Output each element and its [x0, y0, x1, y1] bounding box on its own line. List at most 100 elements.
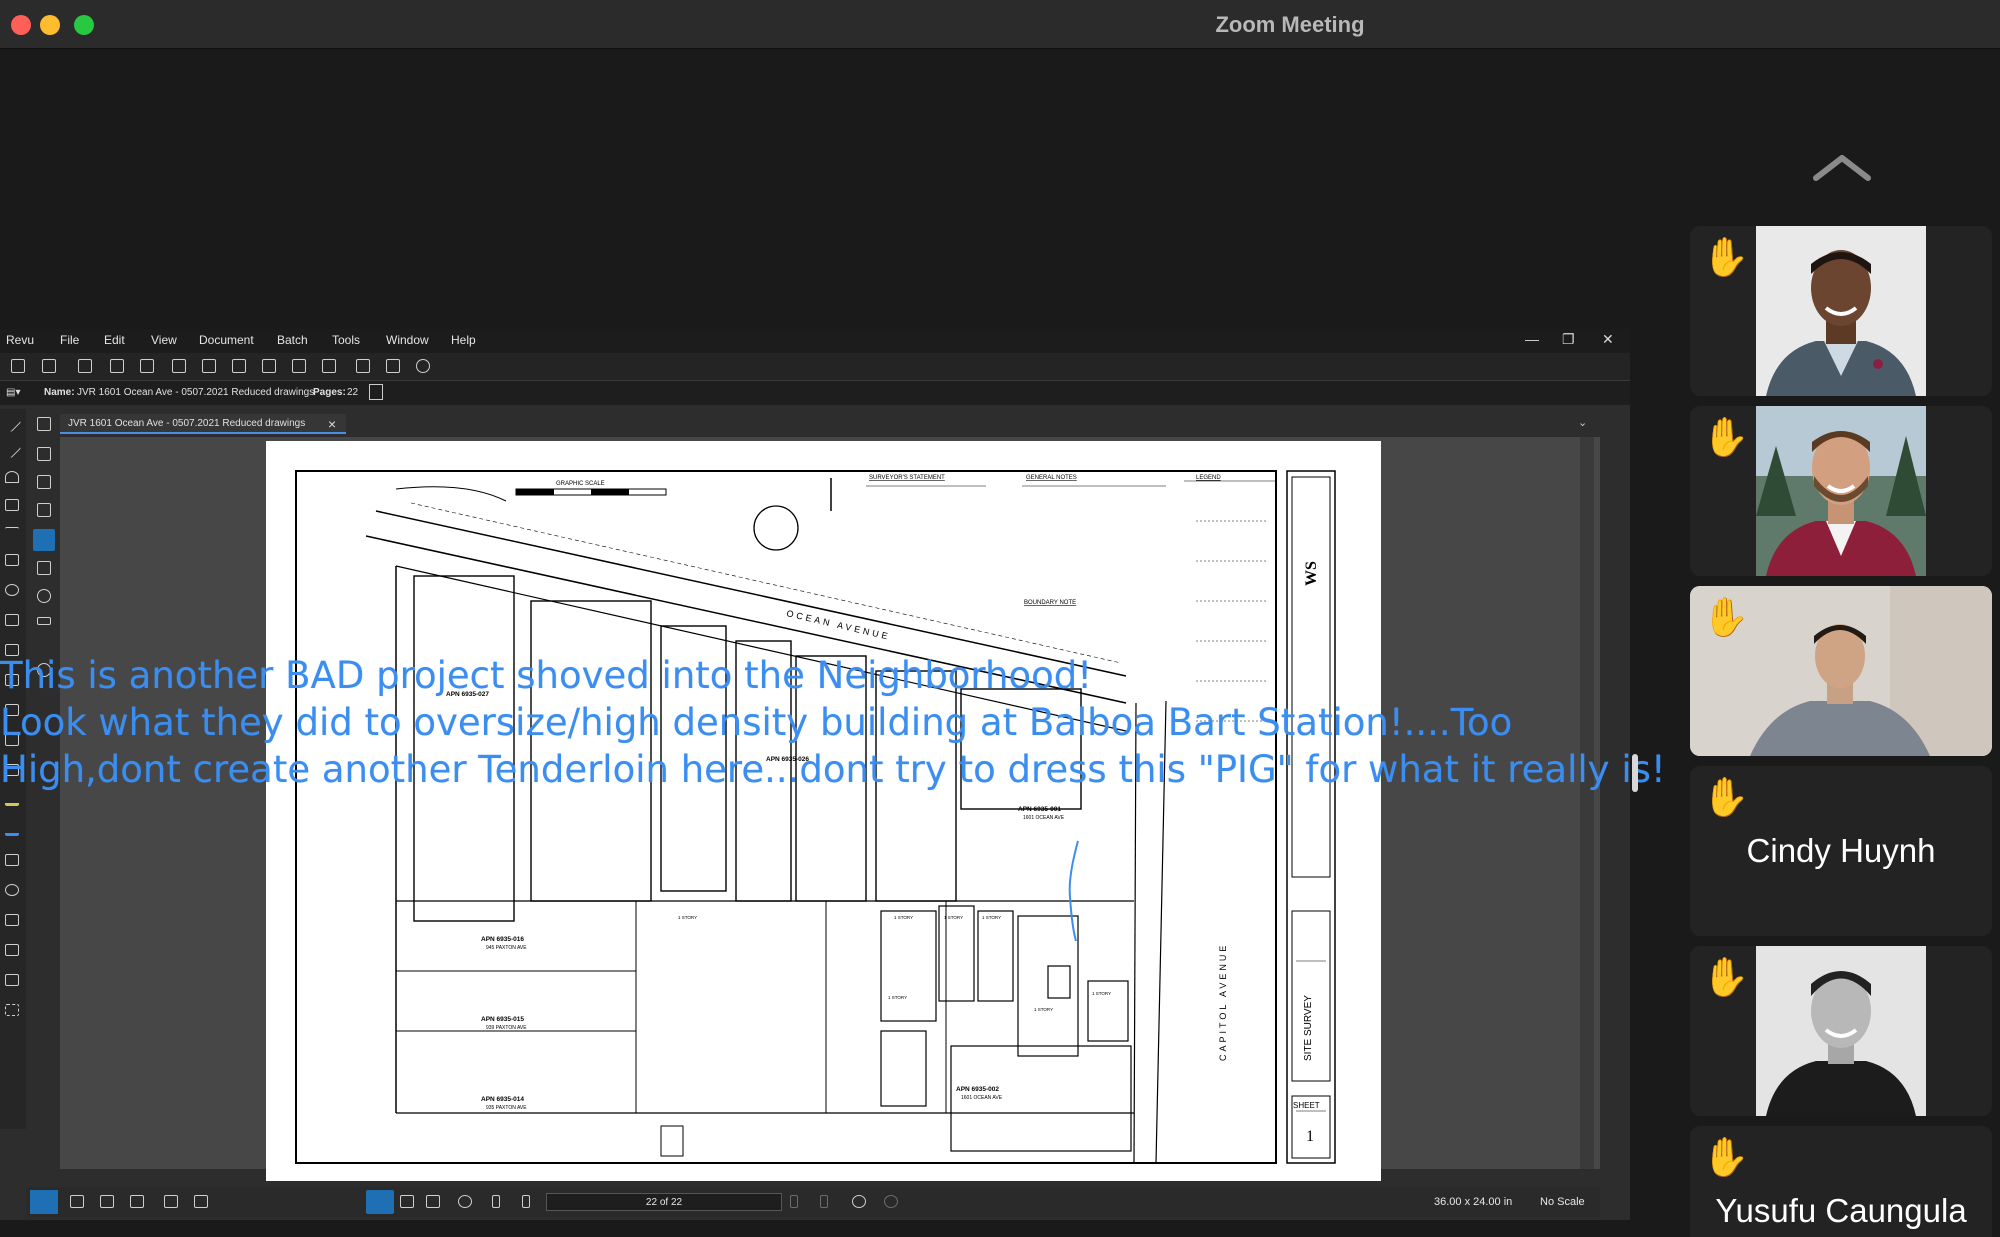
stamp-dropdown-icon[interactable]: [5, 944, 19, 956]
main-toolbar: [0, 353, 1630, 381]
close-tab-icon[interactable]: ×: [328, 416, 336, 432]
parcel-address: 1601 OCEAN AVE: [1023, 815, 1065, 821]
last-page-icon[interactable]: [820, 1195, 828, 1208]
bookmarks-panel-icon[interactable]: [37, 475, 51, 489]
menu-batch[interactable]: Batch: [277, 333, 308, 347]
line-tool-icon[interactable]: [2, 413, 22, 433]
polyline-tool-icon[interactable]: [5, 499, 19, 511]
menu-file[interactable]: File: [60, 333, 79, 347]
restore-icon[interactable]: ❐: [1562, 331, 1575, 348]
measure-panel-icon[interactable]: [37, 617, 51, 625]
refresh-icon[interactable]: [416, 359, 430, 373]
split-vertical-icon[interactable]: [100, 1195, 114, 1208]
participant-tile[interactable]: ✋: [1690, 946, 1992, 1116]
flatten-icon[interactable]: [140, 359, 154, 373]
menu-help[interactable]: Help: [451, 333, 476, 347]
chevron-up-icon[interactable]: [1812, 152, 1872, 182]
thumbnails-panel-icon[interactable]: [37, 417, 51, 431]
parcel-address: 945 PAXTON AVE: [486, 945, 527, 951]
snapshot-tool-icon[interactable]: [5, 1004, 19, 1016]
layers-panel-icon[interactable]: [37, 503, 51, 517]
close-icon[interactable]: ✕: [1602, 331, 1614, 348]
zoom-icon[interactable]: [458, 1195, 472, 1208]
hand-tool-icon[interactable]: [366, 1190, 394, 1214]
story-label: 1 STORY: [1092, 991, 1111, 996]
next-page-icon[interactable]: [790, 1195, 798, 1208]
markup-icon[interactable]: [202, 359, 216, 373]
previous-page-icon[interactable]: [522, 1195, 530, 1208]
menu-window[interactable]: Window: [386, 333, 429, 347]
menu-tools[interactable]: Tools: [332, 333, 360, 347]
circle-tool-icon[interactable]: [5, 884, 19, 896]
measure-icon[interactable]: [322, 359, 336, 373]
participant-tile[interactable]: ✋: [1690, 226, 1992, 396]
eraser-tool-icon[interactable]: [5, 854, 19, 866]
parcel-address: 1601 OCEAN AVE: [961, 1095, 1003, 1101]
status-bar: 22 of 22 36.00 x 24.00 in No Scale: [26, 1187, 1600, 1217]
distribute-icon[interactable]: [78, 359, 92, 373]
participant-tile[interactable]: ✋: [1690, 406, 1992, 576]
target-icon[interactable]: [356, 359, 370, 373]
rectangle-tool-icon[interactable]: [5, 554, 19, 566]
annotation-line-1: This is another BAD project shoved into …: [0, 654, 1093, 697]
chevron-down-icon[interactable]: ⌄: [1578, 416, 1587, 429]
fit-page-icon[interactable]: [164, 1195, 178, 1208]
select-tool-icon[interactable]: [400, 1195, 414, 1208]
text-select-icon[interactable]: [426, 1195, 440, 1208]
polygon-tool-icon[interactable]: [5, 614, 19, 626]
pages-label: Pages:: [313, 387, 346, 398]
document-icon[interactable]: ▤▾: [6, 387, 20, 398]
pen-tool-icon[interactable]: [5, 824, 19, 836]
sync-icon[interactable]: [194, 1195, 208, 1208]
snapshot-icon[interactable]: [172, 359, 186, 373]
story-label: 1 STORY: [888, 995, 907, 1000]
table-icon[interactable]: [292, 359, 306, 373]
document-tab-label: JVR 1601 Ocean Ave - 0507.2021 Reduced d…: [68, 418, 306, 429]
menu-document[interactable]: Document: [199, 333, 254, 347]
single-page-icon[interactable]: [70, 1195, 84, 1208]
image-tool-icon[interactable]: [5, 974, 19, 986]
arrow-tool-icon[interactable]: [2, 439, 22, 459]
note-tool-icon[interactable]: [5, 914, 19, 926]
first-page-icon[interactable]: [492, 1195, 500, 1208]
angle-icon[interactable]: [386, 359, 400, 373]
page-number-input[interactable]: 22 of 22: [546, 1193, 782, 1211]
document-canvas[interactable]: GRAPHIC SCALE SURVEYOR'S STATEMENT GENER…: [60, 437, 1600, 1181]
vertical-scrollbar[interactable]: [1580, 437, 1594, 1169]
previous-view-icon[interactable]: [852, 1195, 866, 1208]
raised-hand-icon: ✋: [1702, 597, 1750, 639]
highlighter-tool-icon[interactable]: [5, 794, 19, 806]
split-horizontal-icon[interactable]: [130, 1195, 144, 1208]
page-properties-icon[interactable]: [369, 384, 383, 400]
align-icon[interactable]: [42, 359, 56, 373]
ellipse-tool-icon[interactable]: [5, 584, 19, 596]
document-tab[interactable]: JVR 1601 Ocean Ave - 0507.2021 Reduced d…: [60, 414, 346, 434]
parcel-label: APN 6935-015: [481, 1016, 524, 1023]
page-scale[interactable]: No Scale: [1540, 1196, 1585, 1208]
minimize-icon[interactable]: —: [1525, 331, 1539, 347]
participant-tile[interactable]: ✋ Yusufu Caungula: [1690, 1126, 1992, 1237]
dimension-tool-icon[interactable]: [5, 527, 19, 531]
menu-view[interactable]: View: [151, 333, 177, 347]
next-view-icon[interactable]: [884, 1195, 898, 1208]
resize-handle[interactable]: [1632, 754, 1638, 792]
shape-icon[interactable]: [232, 359, 246, 373]
name-label: Name:: [44, 387, 75, 398]
parcel-label: APN 6935-002: [956, 1086, 999, 1093]
arc-tool-icon[interactable]: [5, 471, 19, 483]
properties-panel-icon[interactable]: [37, 561, 51, 575]
site-survey-label: SITE SURVEY: [1303, 995, 1314, 1061]
participant-tile[interactable]: ✋ Cindy Huynh: [1690, 766, 1992, 936]
list-view-button-selected[interactable]: [30, 1190, 58, 1214]
rotate-icon[interactable]: [11, 359, 25, 373]
crop-icon[interactable]: [110, 359, 124, 373]
toolbox-panel-icon-selected[interactable]: [33, 529, 55, 551]
settings-panel-icon[interactable]: [37, 589, 51, 603]
menu-revu[interactable]: Revu: [6, 333, 34, 347]
story-label: 1 STORY: [1034, 1007, 1053, 1012]
tool-chest-panel-icon[interactable]: [37, 447, 51, 461]
raised-hand-icon: ✋: [1702, 957, 1750, 999]
area-icon[interactable]: [262, 359, 276, 373]
menu-edit[interactable]: Edit: [104, 333, 125, 347]
participant-tile-active-speaker[interactable]: ✋: [1690, 586, 1992, 756]
